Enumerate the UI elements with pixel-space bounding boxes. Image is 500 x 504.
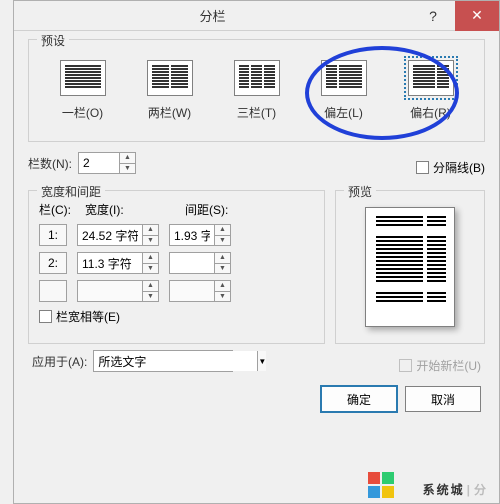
divider-checkbox[interactable]: 分隔线(B) — [416, 159, 485, 176]
apply-to-label: 应用于(A): — [32, 353, 87, 370]
preset-three-columns[interactable]: 三栏(T) — [222, 60, 292, 121]
preset-label: 一栏(O) — [62, 104, 103, 121]
width-input[interactable] — [78, 225, 142, 245]
width-spacing-legend: 宽度和间距 — [37, 183, 105, 200]
ok-button[interactable]: 确定 — [321, 386, 397, 412]
apply-to-dropdown[interactable]: ▼ — [93, 350, 233, 372]
spinner-down-icon: ▼ — [215, 292, 230, 302]
width-spacing-row: ▲▼ ▲▼ — [39, 280, 314, 302]
checkbox-icon — [399, 359, 412, 372]
spacing-spinner[interactable]: ▲▼ — [169, 224, 231, 246]
preset-label: 两栏(W) — [148, 104, 191, 121]
checkbox-icon — [39, 310, 52, 323]
spinner-up-icon: ▲ — [143, 281, 158, 292]
width-spinner[interactable]: ▲▼ — [77, 252, 159, 274]
spacing-header: 间距(S): — [185, 201, 265, 218]
divider-label: 分隔线(B) — [433, 159, 485, 176]
preset-three-columns-icon — [234, 60, 280, 96]
width-input — [78, 281, 142, 301]
preview-legend: 预览 — [344, 183, 376, 200]
columns-count-input[interactable] — [79, 153, 119, 173]
spacing-spinner[interactable]: ▲▼ — [169, 252, 231, 274]
spacing-input[interactable] — [170, 225, 214, 245]
spinner-down-icon[interactable]: ▼ — [215, 264, 230, 274]
preset-one-column-icon — [60, 60, 106, 96]
col-number-button[interactable]: 1: — [39, 224, 67, 246]
equal-width-label: 栏宽相等(E) — [56, 308, 120, 325]
col-header: 栏(C): — [39, 201, 75, 218]
help-button[interactable]: ? — [411, 1, 455, 31]
width-spacing-fieldset: 宽度和间距 栏(C): 宽度(I): 间距(S): 1: ▲▼ ▲▼ — [28, 190, 325, 344]
spinner-up-icon[interactable]: ▲ — [120, 153, 135, 164]
spinner-down-icon: ▼ — [143, 292, 158, 302]
spinner-up-icon: ▲ — [215, 281, 230, 292]
preset-right-icon — [408, 60, 454, 96]
preset-two-columns-icon — [147, 60, 193, 96]
width-spinner[interactable]: ▲▼ — [77, 224, 159, 246]
spinner-down-icon[interactable]: ▼ — [120, 164, 135, 174]
preset-label: 偏左(L) — [324, 104, 363, 121]
apply-to-input[interactable] — [94, 351, 257, 371]
checkbox-icon — [416, 161, 429, 174]
preset-left[interactable]: 偏左(L) — [309, 60, 379, 121]
preset-two-columns[interactable]: 两栏(W) — [135, 60, 205, 121]
equal-width-checkbox[interactable]: 栏宽相等(E) — [39, 308, 314, 325]
col-number-button — [39, 280, 67, 302]
width-spacing-row: 2: ▲▼ ▲▼ — [39, 252, 314, 274]
preview-fieldset: 预览 — [335, 190, 485, 344]
columns-dialog: 分栏 ? ✕ 预设 一栏(O) 两栏(W) — [13, 0, 500, 504]
cancel-button[interactable]: 取消 — [405, 386, 481, 412]
spinner-up-icon[interactable]: ▲ — [143, 225, 158, 236]
presets-legend: 预设 — [37, 32, 69, 49]
spinner-down-icon[interactable]: ▼ — [215, 236, 230, 246]
preset-right[interactable]: 偏右(R) — [396, 60, 466, 121]
width-spacing-row: 1: ▲▼ ▲▼ — [39, 224, 314, 246]
spinner-down-icon[interactable]: ▼ — [143, 236, 158, 246]
spacing-input[interactable] — [170, 253, 214, 273]
col-number-button[interactable]: 2: — [39, 252, 67, 274]
preset-left-icon — [321, 60, 367, 96]
preset-one-column[interactable]: 一栏(O) — [48, 60, 118, 121]
start-new-column-label: 开始新栏(U) — [416, 357, 481, 374]
preset-label: 偏右(R) — [410, 104, 451, 121]
watermark-logo-icon — [368, 472, 394, 498]
width-header: 宽度(I): — [85, 201, 175, 218]
columns-count-label: 栏数(N): — [28, 155, 72, 172]
spinner-up-icon[interactable]: ▲ — [215, 225, 230, 236]
start-new-column-checkbox: 开始新栏(U) — [399, 357, 481, 374]
spinner-up-icon[interactable]: ▲ — [215, 253, 230, 264]
chevron-down-icon[interactable]: ▼ — [257, 351, 266, 371]
spacing-spinner: ▲▼ — [169, 280, 231, 302]
titlebar: 分栏 ? ✕ — [14, 1, 499, 31]
presets-fieldset: 预设 一栏(O) 两栏(W) — [28, 39, 485, 142]
close-button[interactable]: ✕ — [455, 1, 499, 31]
spinner-up-icon[interactable]: ▲ — [143, 253, 158, 264]
width-spinner: ▲▼ — [77, 280, 159, 302]
dialog-title: 分栏 — [14, 6, 411, 25]
spacing-input — [170, 281, 214, 301]
width-input[interactable] — [78, 253, 142, 273]
spinner-down-icon[interactable]: ▼ — [143, 264, 158, 274]
preview-page-icon — [365, 207, 455, 327]
preset-label: 三栏(T) — [237, 104, 276, 121]
columns-count-spinner[interactable]: ▲ ▼ — [78, 152, 136, 174]
watermark-text: 系统城|分 — [423, 477, 488, 500]
